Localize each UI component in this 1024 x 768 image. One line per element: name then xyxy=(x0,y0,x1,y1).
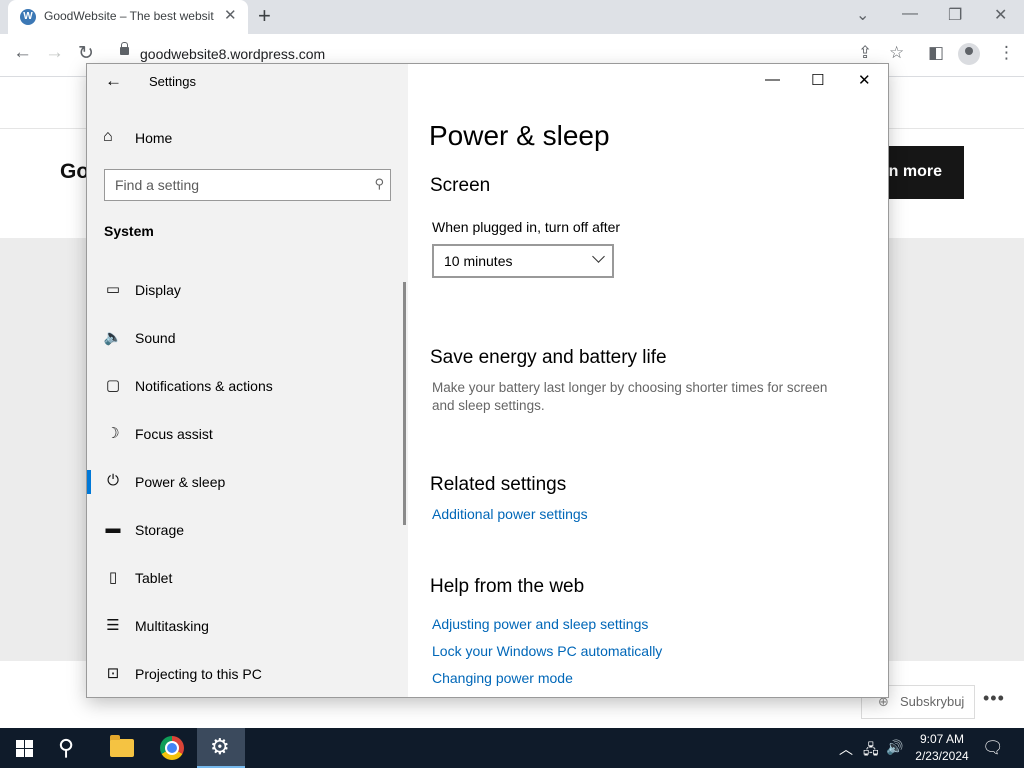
maximize-window-icon[interactable]: ☐ xyxy=(811,71,824,89)
nav-item-multitasking[interactable]: ☰ Multitasking xyxy=(87,602,405,650)
taskbar: ⚲ ⚙ ︿ 🖧 🔊 9:07 AM 2/23/2024 🗨 xyxy=(0,728,1024,768)
help-link[interactable]: Adjusting power and sleep settings xyxy=(432,616,648,632)
restore-browser-icon[interactable]: ❐ xyxy=(948,5,962,25)
dropdown-value: 10 minutes xyxy=(444,253,513,269)
save-energy-description: Make your battery last longer by choosin… xyxy=(432,380,828,413)
sidebar-scrollbar[interactable] xyxy=(403,282,406,525)
profile-avatar-icon[interactable] xyxy=(958,43,980,65)
find-setting-box[interactable]: ⚲ xyxy=(104,169,391,201)
tablet-icon: ▯ xyxy=(108,569,118,586)
nav-item-label: Display xyxy=(135,282,181,298)
clock-date[interactable]: 2/23/2024 xyxy=(906,749,978,763)
nav-item-power-sleep[interactable]: ⏻ Power & sleep xyxy=(87,458,405,506)
nav-item-storage[interactable]: ▬ Storage xyxy=(87,506,405,554)
volume-icon[interactable]: 🔊 xyxy=(886,739,903,756)
selection-indicator xyxy=(87,470,91,494)
screen-timeout-dropdown[interactable]: 10 minutes xyxy=(432,244,614,278)
chrome-icon[interactable] xyxy=(160,736,184,760)
display-icon: ▭ xyxy=(105,281,121,298)
search-icon[interactable]: ⚲ xyxy=(374,176,384,192)
new-tab-button[interactable]: + xyxy=(258,3,271,29)
nav-item-focus-assist[interactable]: ☽ Focus assist xyxy=(87,410,405,458)
tab-title: GoodWebsite – The best website xyxy=(44,9,214,23)
settings-sidebar: ← Settings ⌂ Home ⚲ System ▭ Display 🔈 S… xyxy=(87,64,408,697)
storage-icon: ▬ xyxy=(105,520,121,537)
back-icon[interactable]: ← xyxy=(13,42,32,64)
show-hidden-icons-icon[interactable]: ︿ xyxy=(839,739,853,759)
chevron-down-icon xyxy=(592,250,605,263)
nav-item-label: Projecting to this PC xyxy=(135,666,262,682)
nav-item-sound[interactable]: 🔈 Sound xyxy=(87,314,405,362)
nav-item-display[interactable]: ▭ Display xyxy=(87,266,405,314)
multitasking-icon: ☰ xyxy=(106,617,120,634)
help-heading: Help from the web xyxy=(430,576,585,597)
address-bar[interactable]: goodwebsite8.wordpress.com xyxy=(140,46,325,62)
back-arrow-icon[interactable]: ← xyxy=(105,71,122,91)
message-icon: ▢ xyxy=(105,377,121,394)
subscribe-label: Subskrybuj xyxy=(900,694,965,709)
notification-center-icon[interactable]: 🗨 xyxy=(982,738,1004,758)
close-tab-icon[interactable]: ✕ xyxy=(224,6,237,24)
home-icon: ⌂ xyxy=(103,128,113,145)
nav-item-notifications[interactable]: ▢ Notifications & actions xyxy=(87,362,405,410)
lock-icon[interactable] xyxy=(120,42,129,55)
nav-item-label: Focus assist xyxy=(135,426,213,442)
nav-item-projecting[interactable]: ⊡ Projecting to this PC xyxy=(87,650,405,697)
forward-icon[interactable]: → xyxy=(45,42,64,64)
bookmark-star-icon[interactable]: ☆ xyxy=(889,43,904,63)
learn-more-label: rn more xyxy=(882,163,942,180)
browser-tab[interactable]: W GoodWebsite – The best website ✕ xyxy=(8,0,248,34)
nav-item-tablet[interactable]: ▯ Tablet xyxy=(87,554,405,602)
home-label: Home xyxy=(135,130,173,146)
plugged-in-label: When plugged in, turn off after xyxy=(432,219,621,235)
file-explorer-icon[interactable] xyxy=(110,735,134,757)
windows-start-icon[interactable] xyxy=(16,740,33,757)
screen-heading: Screen xyxy=(430,175,491,196)
close-window-icon[interactable]: ✕ xyxy=(858,71,871,89)
save-energy-heading: Save energy and battery life xyxy=(430,347,667,368)
speaker-icon: 🔈 xyxy=(103,329,123,346)
tab-search-icon[interactable]: ⌄ xyxy=(856,5,869,25)
site-heading: Go xyxy=(60,160,90,183)
nav-item-label: Notifications & actions xyxy=(135,378,273,394)
close-browser-icon[interactable]: ✕ xyxy=(994,5,1007,25)
moon-icon: ☽ xyxy=(106,425,120,442)
taskbar-search-icon[interactable]: ⚲ xyxy=(58,735,74,761)
minimize-browser-icon[interactable]: — xyxy=(902,5,918,23)
projector-icon: ⊡ xyxy=(106,665,120,682)
page-title: Power & sleep xyxy=(429,120,610,151)
related-settings-heading: Related settings xyxy=(430,474,567,495)
more-options-icon[interactable]: ••• xyxy=(983,688,1005,709)
nav-item-label: Power & sleep xyxy=(135,474,226,490)
nav-item-label: Multitasking xyxy=(135,618,209,634)
wordpress-icon: W xyxy=(20,9,36,25)
settings-window: ← Settings ⌂ Home ⚲ System ▭ Display 🔈 S… xyxy=(87,64,888,697)
search-input[interactable] xyxy=(105,170,367,200)
settings-taskbar-button[interactable]: ⚙ xyxy=(197,728,245,768)
nav-item-label: Tablet xyxy=(135,570,173,586)
window-title: Settings xyxy=(149,74,196,89)
nav-item-label: Storage xyxy=(135,522,185,538)
browser-tab-strip: W GoodWebsite – The best website ✕ + ⌄ —… xyxy=(0,0,1024,34)
help-link[interactable]: Changing power mode xyxy=(432,670,573,686)
additional-power-settings-link[interactable]: Additional power settings xyxy=(432,506,588,522)
browser-menu-icon[interactable]: ⋮ xyxy=(998,43,1015,63)
reload-icon[interactable]: ↻ xyxy=(78,42,94,65)
minimize-window-icon[interactable]: — xyxy=(765,71,780,88)
side-panel-icon[interactable]: ◧ xyxy=(928,43,944,63)
clock-time[interactable]: 9:07 AM xyxy=(906,732,978,746)
share-icon[interactable]: ⇪ xyxy=(858,43,872,63)
network-icon[interactable]: 🖧 xyxy=(863,739,879,763)
gear-icon: ⚙ xyxy=(210,734,230,759)
help-link[interactable]: Lock your Windows PC automatically xyxy=(432,643,662,659)
category-heading: System xyxy=(104,223,154,239)
nav-item-label: Sound xyxy=(135,330,176,346)
power-icon: ⏻ xyxy=(107,472,119,489)
